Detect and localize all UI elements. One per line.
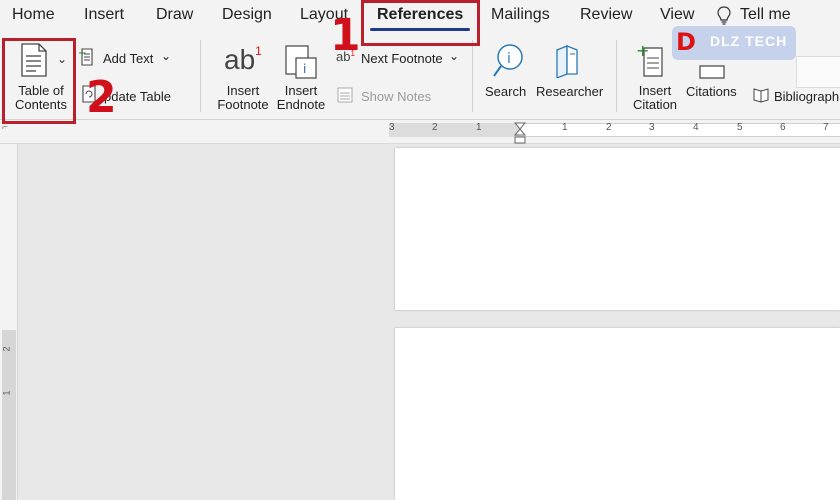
citations-icon — [699, 65, 725, 79]
tab-home[interactable]: Home — [12, 6, 55, 24]
footnote-ab-icon: ab1 — [224, 44, 262, 75]
citation-icon: + — [636, 42, 663, 77]
ruler-label: 5 — [737, 122, 743, 133]
document-page[interactable] — [395, 328, 840, 500]
insert-citation-line1: Insert — [638, 83, 672, 98]
insert-citation-button[interactable]: Insert Citation — [626, 84, 684, 112]
citations-button[interactable]: Citations — [686, 85, 737, 99]
show-notes-icon — [337, 87, 353, 103]
step-2-marker: 2 — [86, 72, 117, 123]
tab-review[interactable]: Review — [580, 6, 632, 24]
insert-footnote-button[interactable]: Insert Footnote — [212, 84, 274, 112]
table-of-contents-highlight — [2, 38, 76, 124]
tab-draw[interactable]: Draw — [156, 6, 193, 24]
researcher-icon — [556, 45, 578, 78]
ruler-label: 1 — [562, 122, 568, 133]
svg-text:i: i — [507, 51, 511, 67]
lightbulb-icon[interactable] — [716, 6, 732, 26]
vertical-ruler-label: 1 — [1, 390, 12, 396]
logo-text: DLZ TECH — [710, 33, 788, 49]
search-button[interactable]: Search — [485, 85, 526, 99]
ruler-label: 3 — [649, 122, 655, 133]
vertical-ruler[interactable]: 2 1 — [0, 144, 18, 500]
ruler-margin-area — [389, 123, 519, 137]
svg-text:+: + — [636, 42, 649, 60]
chevron-down-icon[interactable]: ⌄ — [449, 49, 459, 63]
endnote-icon: i — [285, 45, 317, 79]
indent-marker-icon[interactable] — [513, 121, 527, 145]
chevron-down-icon[interactable]: ⌄ — [161, 49, 171, 63]
ruler-label: 2 — [606, 122, 612, 133]
insert-endnote-line2: Endnote — [276, 97, 326, 112]
search-icon: i — [493, 44, 523, 77]
ruler-label: 1 — [476, 122, 482, 133]
insert-footnote-line1: Insert — [226, 83, 260, 98]
add-text-button[interactable]: Add Text — [103, 51, 153, 66]
bibliography-icon — [753, 88, 769, 103]
references-tab-highlight — [361, 0, 480, 46]
next-footnote-button[interactable]: Next Footnote — [361, 51, 443, 66]
ruler-label: 4 — [693, 122, 699, 133]
tab-view[interactable]: View — [660, 6, 694, 24]
svg-text:+: + — [78, 48, 86, 59]
insert-footnote-line2: Footnote — [217, 97, 269, 112]
insert-citation-line2: Citation — [632, 97, 678, 112]
ruler-label: 2 — [432, 122, 438, 133]
show-notes-button[interactable]: Show Notes — [361, 89, 431, 104]
ruler-label: 3 — [389, 122, 395, 133]
vertical-ruler-label: 2 — [1, 346, 12, 352]
tab-design[interactable]: Design — [222, 6, 272, 24]
ruler-label: 6 — [780, 122, 786, 133]
researcher-button[interactable]: Researcher — [536, 85, 603, 99]
dlz-tech-watermark-logo: D DLZ TECH — [672, 26, 796, 60]
step-1-marker: 1 — [330, 10, 361, 61]
ribbon-separator — [200, 40, 201, 112]
svg-text:i: i — [303, 62, 306, 76]
tab-insert[interactable]: Insert — [84, 6, 124, 24]
vertical-ruler-margin-area — [2, 330, 16, 500]
tell-me-search[interactable]: Tell me — [740, 6, 791, 24]
bibliography-button[interactable]: Bibliograph — [774, 89, 839, 104]
ribbon-overflow-panel — [796, 56, 840, 88]
ruler-label: 7 — [823, 122, 829, 133]
add-text-icon: + — [78, 48, 93, 66]
insert-endnote-button[interactable]: Insert Endnote — [272, 84, 330, 112]
document-page[interactable] — [395, 148, 840, 310]
tab-mailings[interactable]: Mailings — [491, 6, 550, 24]
logo-mark: D — [676, 28, 696, 56]
horizontal-ruler[interactable]: ⌐ 3 2 1 1 2 3 4 5 6 7 — [0, 120, 840, 144]
ribbon-separator — [472, 40, 473, 112]
insert-endnote-line1: Insert — [284, 83, 318, 98]
ribbon-separator — [616, 40, 617, 112]
